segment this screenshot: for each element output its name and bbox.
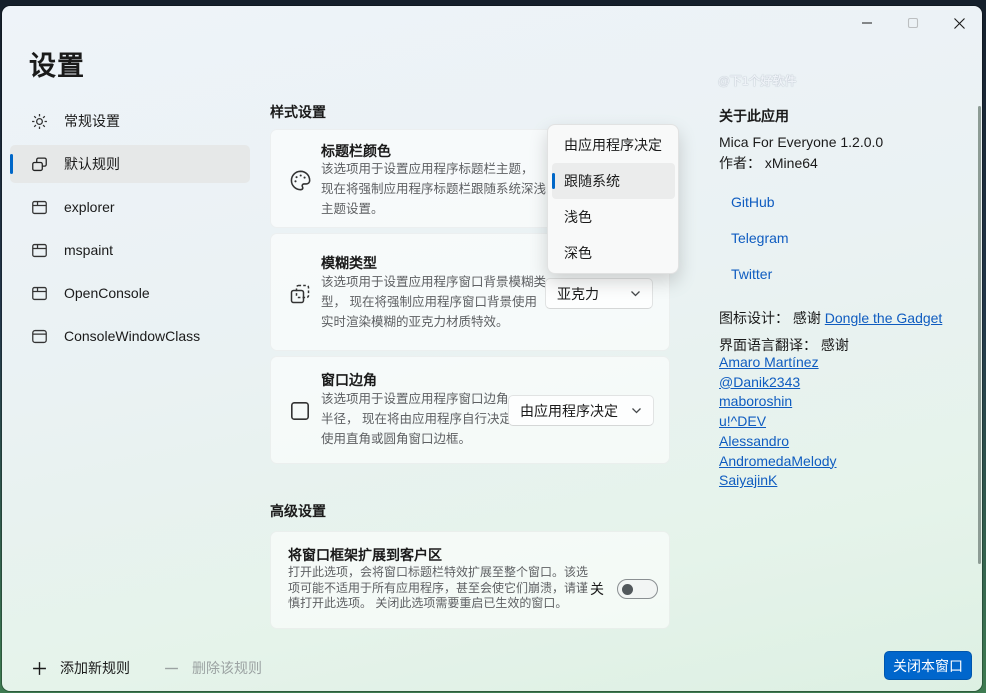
sidebar-item-label: OpenConsole bbox=[64, 285, 150, 301]
window-controls bbox=[844, 6, 982, 40]
menu-item-follow-system[interactable]: 跟随系统 bbox=[552, 163, 675, 199]
app-version: Mica For Everyone 1.2.0.0 bbox=[719, 134, 883, 150]
translator-link[interactable]: maboroshin bbox=[719, 392, 792, 411]
minimize-button[interactable] bbox=[844, 6, 890, 40]
chevron-down-icon bbox=[631, 407, 642, 414]
chevron-down-icon bbox=[630, 290, 641, 297]
sidebar-item-label: 常规设置 bbox=[64, 111, 120, 131]
translator-link[interactable]: u!^DEV bbox=[719, 412, 766, 431]
sidebar-item-openconsole[interactable]: OpenConsole bbox=[10, 274, 250, 312]
advanced-section-heading: 高级设置 bbox=[270, 501, 326, 521]
card-description: 该选项用于设置应用程序窗口边角半径， 现在将由应用程序自行决定使用直角或圆角窗口… bbox=[321, 389, 517, 449]
translator-link[interactable]: Amaro Martínez bbox=[719, 353, 819, 372]
remove-rule-button[interactable]: 删除该规则 bbox=[164, 658, 262, 678]
card-title: 将窗口框架扩展到客户区 bbox=[288, 545, 442, 565]
icon-credit-line: 图标设计： 感谢 Dongle the Gadget bbox=[719, 308, 942, 328]
layered-windows-icon bbox=[30, 155, 49, 174]
sidebar-item-general-settings[interactable]: 常规设置 bbox=[10, 102, 250, 140]
translation-heading: 界面语言翻译： 感谢 bbox=[719, 335, 849, 355]
sidebar-item-label: mspaint bbox=[64, 242, 113, 258]
maximize-button[interactable] bbox=[890, 6, 936, 40]
card-title: 窗口边角 bbox=[321, 370, 377, 390]
telegram-link[interactable]: Telegram bbox=[731, 230, 789, 246]
page-title: 设置 bbox=[29, 44, 85, 83]
card-description: 该选项用于设置应用程序窗口背景模糊类型， 现在将强制应用程序窗口背景使用实时渲染… bbox=[321, 272, 547, 332]
square-corner-icon bbox=[288, 399, 312, 423]
card-description: 该选项用于设置应用程序标题栏主题， 现在将强制应用程序标题栏跟随系统深浅主题设置… bbox=[321, 159, 547, 219]
card-description: 打开此选项，会将窗口标题栏特效扩展至整个窗口。该选项可能不适用于所有应用程序，甚… bbox=[288, 565, 594, 612]
translator-link[interactable]: AndromedaMelody bbox=[719, 452, 837, 471]
app-window-icon bbox=[30, 284, 49, 303]
window-corner-dropdown[interactable]: 由应用程序决定 bbox=[508, 395, 654, 426]
rules-footer: 添加新规则 删除该规则 bbox=[32, 658, 262, 678]
menu-item-label: 由应用程序决定 bbox=[564, 135, 662, 155]
app-author: 作者： xMine64 bbox=[719, 153, 818, 173]
palette-icon bbox=[288, 168, 313, 193]
scrollbar-thumb[interactable] bbox=[978, 106, 981, 564]
remove-rule-label: 删除该规则 bbox=[192, 658, 262, 678]
app-window: 设置 常规设置 默认规则 bbox=[2, 6, 982, 691]
translator-link[interactable]: SaiyajinK bbox=[719, 471, 777, 490]
blur-type-dropdown-value: 亚克力 bbox=[557, 284, 599, 304]
app-window-icon bbox=[30, 241, 49, 260]
icon-designer-link[interactable]: Dongle the Gadget bbox=[825, 310, 943, 326]
menu-item-dark[interactable]: 深色 bbox=[552, 235, 675, 271]
close-button[interactable] bbox=[936, 6, 982, 40]
close-window-button[interactable]: 关闭本窗口 bbox=[884, 651, 972, 680]
sidebar-item-mspaint[interactable]: mspaint bbox=[10, 231, 250, 269]
translator-link[interactable]: Alessandro bbox=[719, 432, 789, 451]
add-rule-button[interactable]: 添加新规则 bbox=[32, 658, 130, 678]
sidebar-item-label: explorer bbox=[64, 199, 115, 215]
sidebar-item-explorer[interactable]: explorer bbox=[10, 188, 250, 226]
translators-list: Amaro Martínez @Danik2343 maboroshin u!^… bbox=[719, 353, 837, 491]
extend-frame-card: 将窗口框架扩展到客户区 打开此选项，会将窗口标题栏特效扩展至整个窗口。该选项可能… bbox=[270, 531, 670, 629]
sidebar-item-default-rules[interactable]: 默认规则 bbox=[10, 145, 250, 183]
extend-frame-toggle[interactable] bbox=[617, 579, 658, 599]
blur-type-dropdown[interactable]: 亚克力 bbox=[545, 278, 653, 309]
gear-icon bbox=[30, 112, 49, 131]
close-icon bbox=[953, 17, 966, 30]
watermark: @下1个好软件 bbox=[718, 72, 796, 89]
sidebar: 常规设置 默认规则 explorer bbox=[10, 102, 250, 360]
sidebar-item-label: 默认规则 bbox=[64, 154, 120, 174]
menu-item-label: 浅色 bbox=[564, 207, 592, 227]
add-rule-label: 添加新规则 bbox=[60, 658, 130, 678]
toggle-state-label: 关 bbox=[590, 579, 604, 599]
app-window-icon bbox=[30, 198, 49, 217]
titlebar-color-menu: 由应用程序决定 跟随系统 浅色 深色 bbox=[547, 124, 679, 274]
maximize-icon bbox=[907, 17, 919, 29]
menu-item-label: 跟随系统 bbox=[564, 171, 620, 191]
card-title: 模糊类型 bbox=[321, 253, 377, 273]
style-section-heading: 样式设置 bbox=[270, 102, 326, 122]
toggle-knob bbox=[622, 584, 633, 595]
extend-frame-toggle-row: 关 bbox=[590, 579, 658, 599]
twitter-link[interactable]: Twitter bbox=[731, 266, 772, 282]
github-link[interactable]: GitHub bbox=[731, 194, 775, 210]
card-title: 标题栏颜色 bbox=[321, 141, 391, 161]
window-icon bbox=[30, 327, 49, 346]
translator-link[interactable]: @Danik2343 bbox=[719, 373, 800, 392]
minimize-icon bbox=[861, 17, 873, 29]
icon-credit-prefix: 图标设计： 感谢 bbox=[719, 310, 825, 326]
menu-item-label: 深色 bbox=[564, 243, 592, 263]
about-heading: 关于此应用 bbox=[719, 106, 789, 126]
sidebar-item-consolewindowclass[interactable]: ConsoleWindowClass bbox=[10, 317, 250, 355]
window-corner-dropdown-value: 由应用程序决定 bbox=[520, 401, 618, 421]
minus-icon bbox=[164, 661, 179, 676]
menu-item-app-decides[interactable]: 由应用程序决定 bbox=[552, 127, 675, 163]
window-corner-card: 窗口边角 该选项用于设置应用程序窗口边角半径， 现在将由应用程序自行决定使用直角… bbox=[270, 356, 670, 464]
sidebar-item-label: ConsoleWindowClass bbox=[64, 328, 200, 344]
blur-layers-icon bbox=[288, 282, 312, 306]
menu-item-light[interactable]: 浅色 bbox=[552, 199, 675, 235]
plus-icon bbox=[32, 661, 47, 676]
